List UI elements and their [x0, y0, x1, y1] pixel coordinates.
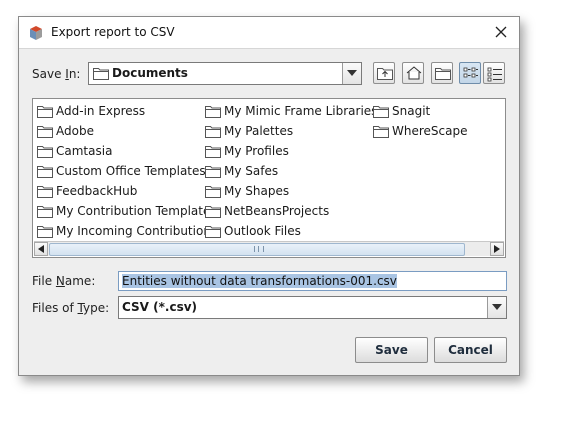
list-item[interactable]: My Profiles: [205, 141, 377, 161]
folder-icon: [37, 126, 53, 138]
list-item-label: My Palettes: [224, 124, 294, 138]
file-type-value: CSV (*.csv): [122, 300, 198, 314]
folder-icon: [37, 166, 53, 178]
title-bar[interactable]: Export report to CSV: [19, 17, 519, 49]
list-item[interactable]: My Incoming Contributions: [37, 221, 217, 241]
list-item-label: My Safes: [224, 164, 279, 178]
new-folder-icon: [435, 68, 451, 80]
window-title: Export report to CSV: [51, 25, 175, 39]
cancel-button[interactable]: Cancel: [434, 337, 507, 363]
close-icon[interactable]: [493, 24, 509, 40]
new-folder-button[interactable]: [431, 62, 453, 84]
list-item[interactable]: My Mimic Frame Libraries: [205, 101, 377, 121]
list-view-button[interactable]: [459, 62, 481, 84]
home-button[interactable]: [402, 62, 424, 84]
list-item[interactable]: My Palettes: [205, 121, 377, 141]
folder-icon: [37, 106, 53, 118]
folder-icon: [205, 166, 221, 178]
scroll-left-button[interactable]: [34, 242, 48, 256]
chevron-left-icon: [38, 245, 44, 253]
scroll-right-button[interactable]: [490, 242, 504, 256]
list-item-label: My Shapes: [224, 184, 290, 198]
up-one-level-button[interactable]: [373, 62, 395, 84]
list-item[interactable]: My Shapes: [205, 181, 377, 201]
list-item-label: Camtasia: [56, 144, 113, 158]
details-view-button[interactable]: [483, 62, 505, 84]
list-item-label: Snagit: [392, 104, 431, 118]
save-in-label: Save In:: [32, 67, 81, 81]
file-type-label: Files of Type:: [32, 301, 110, 315]
list-item[interactable]: WhereScape: [373, 121, 467, 141]
file-name-label: File Name:: [32, 274, 96, 288]
file-list-column-1: Add-in Express Adobe Camtasia Custom Office…: [37, 101, 217, 241]
file-list[interactable]: Add-in Express Adobe Camtasia Custom Office…: [32, 98, 506, 258]
folder-icon: [205, 106, 221, 118]
folder-icon: [205, 226, 221, 238]
folder-icon: [205, 186, 221, 198]
folder-icon: [205, 206, 221, 218]
chevron-down-icon: [492, 304, 502, 310]
up-one-level-icon: [377, 68, 393, 80]
list-item-label: Custom Office Templates: [56, 164, 206, 178]
folder-icon: [37, 226, 53, 238]
folder-icon: [93, 68, 109, 80]
home-icon: [406, 66, 422, 80]
folder-icon: [373, 126, 389, 138]
list-item[interactable]: Adobe: [37, 121, 217, 141]
list-item[interactable]: Outlook Files: [205, 221, 377, 241]
list-item[interactable]: Snagit: [373, 101, 467, 121]
folder-icon: [205, 126, 221, 138]
list-item-label: Add-in Express: [56, 104, 146, 118]
list-item-label: Outlook Files: [224, 224, 301, 238]
list-item-label: My Contribution Templates: [56, 204, 217, 218]
save-button[interactable]: Save: [355, 337, 428, 363]
list-item[interactable]: NetBeansProjects: [205, 201, 377, 221]
list-item[interactable]: Add-in Express: [37, 101, 217, 121]
list-item[interactable]: FeedbackHub: [37, 181, 217, 201]
details-view-icon: [487, 67, 502, 82]
file-name-value: Entities without data transformations-00…: [122, 274, 397, 288]
list-item-label: Adobe: [56, 124, 94, 138]
folder-icon: [205, 146, 221, 158]
file-name-input[interactable]: Entities without data transformations-00…: [118, 271, 507, 291]
file-list-column-2: My Mimic Frame Libraries My Palettes My Pr…: [205, 101, 377, 241]
folder-icon: [373, 106, 389, 118]
save-in-value: Documents: [112, 66, 188, 80]
list-item[interactable]: My Safes: [205, 161, 377, 181]
app-icon: [30, 26, 42, 40]
list-item-label: WhereScape: [392, 124, 468, 138]
list-item-label: NetBeansProjects: [224, 204, 330, 218]
list-item[interactable]: Custom Office Templates: [37, 161, 217, 181]
file-type-combo[interactable]: CSV (*.csv): [118, 296, 507, 319]
chevron-down-icon: [347, 70, 357, 76]
list-item[interactable]: Camtasia: [37, 141, 217, 161]
folder-icon: [37, 146, 53, 158]
export-dialog: Export report to CSV Save In: Documents: [18, 16, 520, 376]
list-item-label: My Profiles: [224, 144, 289, 158]
scroll-thumb[interactable]: [49, 243, 465, 256]
list-item[interactable]: My Contribution Templates: [37, 201, 217, 221]
save-in-dropdown-button[interactable]: [342, 63, 361, 84]
folder-icon: [37, 206, 53, 218]
list-item-label: My Mimic Frame Libraries: [224, 104, 378, 118]
horizontal-scrollbar[interactable]: [34, 241, 504, 256]
folder-icon: [37, 186, 53, 198]
chevron-right-icon: [494, 245, 500, 253]
list-item-label: FeedbackHub: [56, 184, 138, 198]
file-list-column-3: Snagit WhereScape: [373, 101, 467, 141]
file-type-dropdown-button[interactable]: [487, 297, 506, 318]
save-in-combo[interactable]: Documents: [88, 62, 362, 85]
list-item-label: My Incoming Contributions: [56, 224, 218, 238]
list-view-icon: [463, 67, 478, 78]
scroll-grip-icon: [254, 246, 264, 252]
